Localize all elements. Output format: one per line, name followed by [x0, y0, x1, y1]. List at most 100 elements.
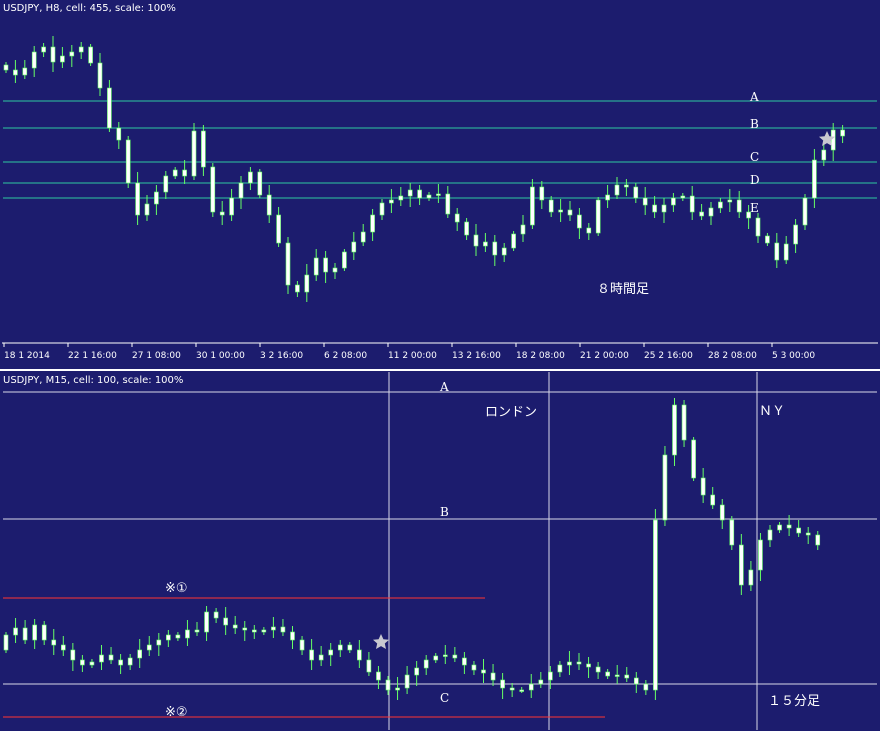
candle-body: [454, 213, 460, 223]
ny-session-label: ＮＹ: [759, 404, 785, 419]
candle-body: [689, 195, 695, 213]
candle-body: [423, 659, 429, 669]
candle-body: [22, 67, 28, 76]
chart-background: [0, 0, 880, 731]
candle-body: [376, 671, 381, 681]
candle-body: [633, 677, 639, 685]
candle-body: [653, 519, 658, 691]
h8-x-tick: 3 2 16:00: [260, 351, 303, 361]
m15-level-label-b: B: [440, 505, 449, 519]
h8-timeframe-note: ８時間足: [597, 282, 649, 297]
h8-level-label-e: E: [750, 201, 759, 215]
candle-body: [309, 649, 314, 661]
candle-body: [483, 241, 488, 247]
candle-body: [290, 631, 295, 641]
candle-body: [614, 674, 620, 677]
candle-body: [304, 274, 310, 293]
candle-body: [691, 439, 696, 479]
candle-body: [605, 671, 610, 677]
candle-body: [727, 199, 733, 203]
candle-body: [41, 46, 46, 53]
candle-body: [509, 687, 515, 691]
candle-body: [252, 629, 257, 633]
candle-body: [404, 674, 410, 689]
candle-body: [802, 197, 808, 226]
candle-body: [204, 611, 209, 633]
candle-body: [219, 211, 225, 216]
candle-body: [229, 197, 234, 216]
candle-body: [462, 657, 467, 666]
candle-body: [417, 189, 422, 199]
candle-body: [605, 194, 610, 201]
candle-body: [783, 243, 789, 261]
candle-body: [172, 169, 178, 177]
candle-body: [257, 171, 263, 196]
candle-body: [643, 683, 649, 691]
candle-body: [328, 649, 334, 656]
candle-body: [185, 629, 190, 639]
candle-body: [97, 62, 103, 89]
candle-body: [385, 679, 391, 691]
candle-body: [433, 655, 439, 661]
candle-body: [266, 194, 272, 216]
candle-body: [135, 182, 140, 216]
candle-body: [166, 634, 171, 641]
candle-body: [767, 529, 773, 541]
h8-info-label: USDJPY, H8, cell: 455, scale: 100%: [3, 3, 176, 14]
candle-body: [88, 46, 93, 64]
candle-body: [242, 627, 248, 631]
candle-body: [125, 139, 131, 184]
candle-body: [342, 251, 347, 269]
candle-body: [60, 55, 65, 63]
candle-body: [765, 235, 770, 244]
h8-x-tick: 28 2 08:00: [708, 351, 757, 361]
candle-body: [60, 644, 66, 651]
h8-x-tick: 27 1 08:00: [132, 351, 181, 361]
chart-canvas[interactable]: USDJPY, H8, cell: 455, scale: 100% A B C…: [0, 0, 880, 731]
candle-body: [471, 664, 477, 671]
candle-body: [774, 242, 780, 261]
candle-body: [595, 199, 601, 234]
candle-body: [633, 186, 639, 199]
london-session-label: ロンドン: [485, 405, 537, 420]
candle-body: [729, 519, 735, 546]
m15-info-label: USDJPY, M15, cell: 100, scale: 100%: [3, 375, 183, 386]
candle-body: [366, 659, 372, 673]
candle-body: [793, 224, 798, 245]
candle-body: [755, 217, 761, 237]
candle-body: [624, 184, 629, 188]
candle-body: [22, 627, 28, 641]
candle-body: [223, 617, 228, 626]
candle-body: [127, 657, 133, 666]
candle-body: [736, 199, 742, 213]
h8-x-tick: 18 2 08:00: [516, 351, 565, 361]
candle-body: [672, 404, 677, 456]
candle-body: [558, 209, 563, 213]
candle-body: [347, 644, 353, 651]
candle-body: [285, 242, 291, 286]
candle-body: [519, 689, 525, 692]
candle-body: [332, 267, 338, 273]
h8-x-tick: 13 2 16:00: [452, 351, 501, 361]
red-line-2-label: ※②: [165, 705, 188, 720]
candle-body: [681, 404, 687, 441]
candle-body: [13, 627, 18, 636]
candle-body: [445, 193, 451, 215]
h8-x-tick: 18 1 2014: [4, 351, 50, 361]
candle-body: [520, 224, 526, 235]
m15-level-label-a: A: [439, 380, 449, 394]
candle-body: [201, 130, 206, 168]
candle-body: [577, 214, 582, 229]
candle-body: [739, 544, 744, 586]
h8-x-tick: 6 2 08:00: [324, 351, 367, 361]
candle-body: [414, 667, 419, 676]
candle-body: [492, 241, 498, 256]
candle-body: [280, 626, 286, 633]
candle-body: [69, 51, 75, 57]
candle-body: [473, 234, 479, 247]
candle-body: [719, 504, 725, 521]
candle-body: [370, 214, 375, 233]
candle-body: [118, 659, 123, 666]
candle-body: [194, 629, 200, 633]
candle-body: [586, 663, 591, 668]
